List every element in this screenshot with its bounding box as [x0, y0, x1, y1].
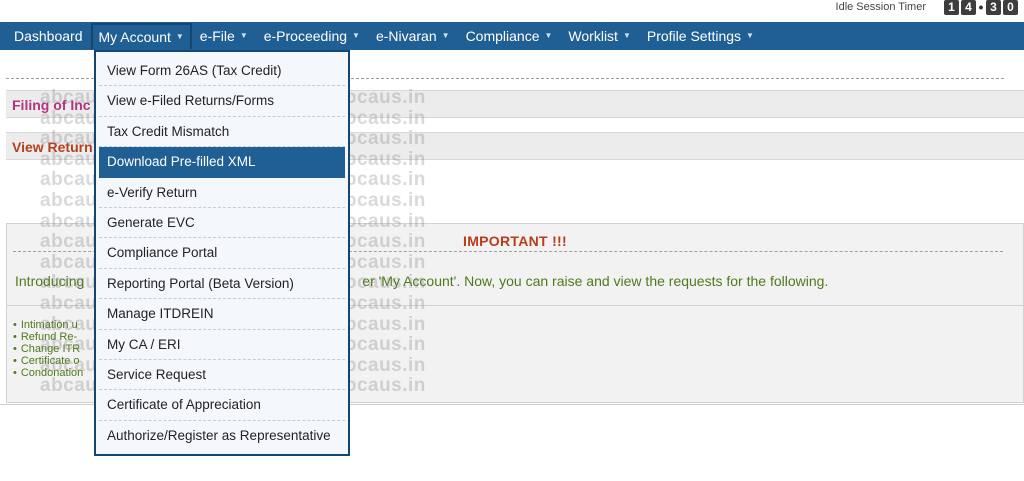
- nav-item-compliance[interactable]: Compliance ▼: [458, 23, 561, 49]
- caret-down-icon: ▼: [622, 31, 631, 40]
- menu-item-generate-evc[interactable]: Generate EVC: [99, 208, 345, 239]
- menu-item-my-ca-eri[interactable]: My CA / ERI: [99, 330, 345, 360]
- my-account-dropdown-menu: View Form 26AS (Tax Credit) View e-Filed…: [94, 50, 350, 456]
- menu-item-view-form-26as[interactable]: View Form 26AS (Tax Credit): [99, 56, 345, 87]
- menu-item-certificate-of-appreciation[interactable]: Certificate of Appreciation: [99, 390, 345, 421]
- menu-item-authorize-register-representative[interactable]: Authorize/Register as Representative: [99, 421, 345, 451]
- nav-label: Worklist: [568, 28, 618, 44]
- idle-timer-label: Idle Session Timer: [835, 1, 926, 13]
- timer-digit: 0: [1003, 0, 1018, 15]
- timer-strip: Idle Session Timer 1 4 • 3 0: [0, 0, 1024, 22]
- nav-item-profile-settings[interactable]: Profile Settings ▼: [639, 23, 762, 49]
- caret-down-icon: ▼: [441, 31, 450, 40]
- nav-item-e-file[interactable]: e-File ▼: [192, 23, 256, 49]
- menu-item-manage-itdrein[interactable]: Manage ITDREIN: [99, 299, 345, 330]
- filing-section-title: Filing of Inc: [12, 97, 91, 113]
- intro-text-right: er 'My Account'. Now, you can raise and …: [362, 273, 829, 289]
- menu-item-compliance-portal[interactable]: Compliance Portal: [99, 238, 345, 269]
- timer-digit: 1: [944, 0, 959, 15]
- timer-separator: •: [978, 0, 984, 15]
- intro-text-left: Introducing: [15, 273, 85, 289]
- nav-label: Profile Settings: [646, 28, 742, 44]
- menu-item-everify-return[interactable]: e-Verify Return: [99, 178, 345, 208]
- caret-down-icon: ▼: [352, 31, 360, 40]
- idle-timer-digits: 1 4 • 3 0: [944, 0, 1018, 15]
- nav-label: e-Proceeding: [263, 28, 348, 44]
- nav-label: My Account: [98, 29, 171, 45]
- caret-down-icon: ▼: [746, 31, 754, 40]
- timer-digit: 4: [961, 0, 976, 15]
- menu-item-tax-credit-mismatch[interactable]: Tax Credit Mismatch: [99, 117, 345, 148]
- timer-digit: 3: [986, 0, 1001, 15]
- caret-down-icon: ▼: [175, 32, 184, 41]
- nav-label: Dashboard: [14, 28, 83, 44]
- nav-label: e-Nivaran: [375, 28, 437, 44]
- nav-label: e-File: [199, 28, 235, 44]
- menu-item-reporting-portal[interactable]: Reporting Portal (Beta Version): [99, 269, 345, 300]
- menu-item-view-efiled-returns[interactable]: View e-Filed Returns/Forms: [99, 86, 345, 117]
- view-return-section-title: View Return: [12, 139, 93, 155]
- nav-item-dashboard[interactable]: Dashboard: [6, 23, 91, 49]
- caret-down-icon: ▼: [239, 31, 248, 40]
- main-navbar: Dashboard My Account ▼ e-File ▼ e-Proceedi…: [0, 22, 1024, 50]
- nav-item-e-proceeding[interactable]: e-Proceeding ▼: [256, 23, 368, 49]
- caret-down-icon: ▼: [544, 31, 553, 40]
- nav-label: Compliance: [465, 28, 540, 44]
- menu-item-download-prefilled-xml[interactable]: Download Pre-filled XML: [99, 147, 345, 178]
- nav-item-my-account[interactable]: My Account ▼: [90, 23, 192, 49]
- nav-item-worklist[interactable]: Worklist ▼: [560, 23, 638, 49]
- menu-item-service-request[interactable]: Service Request: [99, 360, 345, 391]
- nav-item-e-nivaran[interactable]: e-Nivaran ▼: [368, 23, 458, 49]
